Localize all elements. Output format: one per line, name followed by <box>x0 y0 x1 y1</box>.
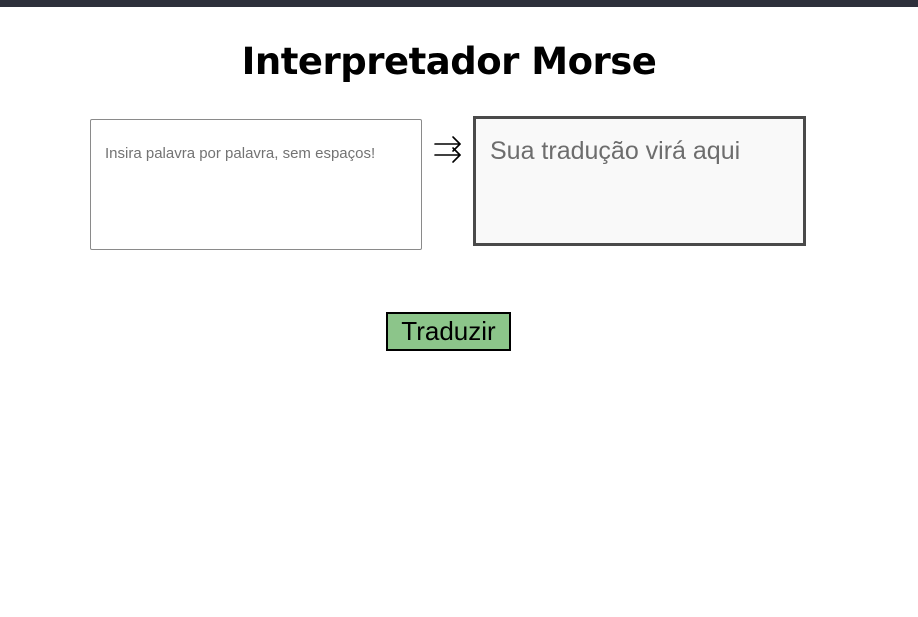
translate-button[interactable]: Traduzir <box>386 312 511 351</box>
translation-output: Sua tradução virá aqui <box>473 116 806 246</box>
translation-output-text: Sua tradução virá aqui <box>490 137 741 165</box>
word-input[interactable] <box>90 119 422 250</box>
page-title: Interpretador Morse <box>241 40 657 83</box>
right-double-arrow-icon <box>434 136 461 163</box>
window-top-bar <box>0 0 918 7</box>
